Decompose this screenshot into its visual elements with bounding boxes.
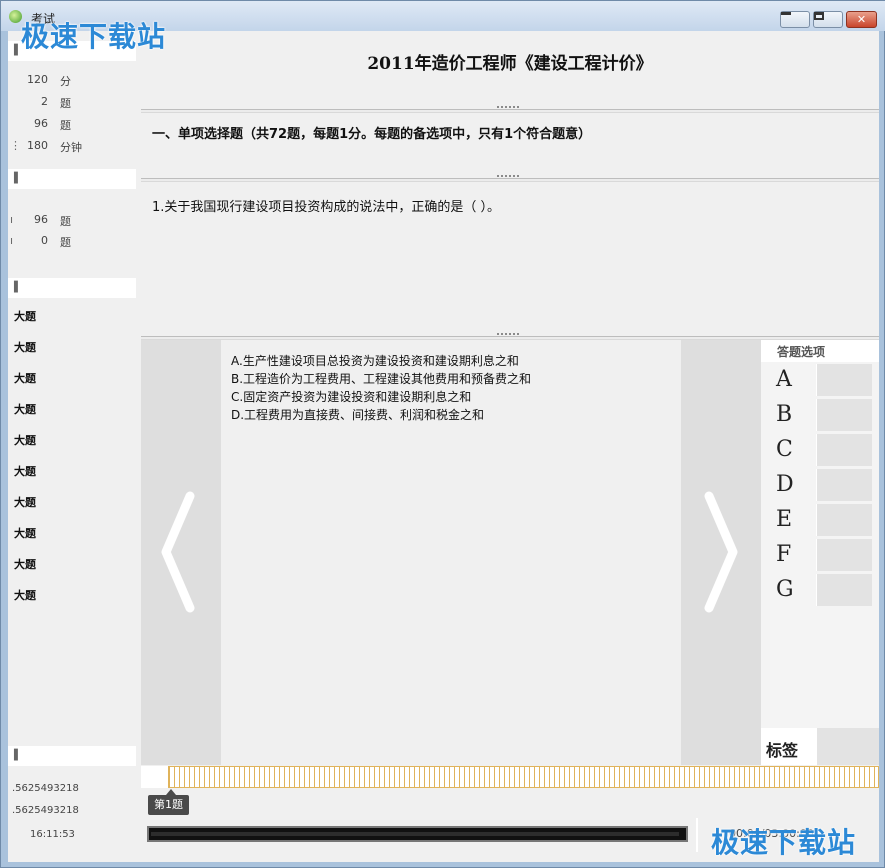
answer-box[interactable]	[816, 399, 872, 431]
candidate-id-repeat: .5625493218	[12, 805, 79, 816]
stat-unit: 题	[60, 119, 71, 132]
section-item[interactable]: 大题	[14, 525, 36, 541]
stat-question-count: 96 题	[8, 115, 136, 133]
answer-panel-header: 答题选项	[761, 340, 879, 362]
stat-unit: 分	[60, 75, 71, 88]
answer-box[interactable]	[816, 504, 872, 536]
grip-icon	[497, 175, 519, 177]
stat-unit: 题	[60, 97, 71, 110]
option-d[interactable]: D.工程费用为直接费、间接费、利润和税金之和	[231, 406, 484, 423]
answer-letter: F	[776, 542, 792, 567]
option-a[interactable]: A.生产性建设项目总投资为建设投资和建设期利息之和	[231, 352, 519, 369]
minimize-button[interactable]	[780, 11, 810, 28]
stat-value: 180	[27, 139, 48, 152]
section-item[interactable]: 大题	[14, 463, 36, 479]
tag-checkbox[interactable]	[817, 728, 879, 765]
answer-option-f[interactable]: F	[761, 538, 879, 572]
minimize-icon	[781, 12, 791, 15]
maximize-button[interactable]	[813, 11, 843, 28]
stat-total-score: 120 分	[8, 71, 136, 89]
stat-value: 2	[41, 95, 48, 108]
answer-option-d[interactable]: D	[761, 468, 879, 502]
answer-option-e[interactable]: E	[761, 503, 879, 537]
client-area: ▐ 120 分 2 题 96 题 ⋮ 180 分钟 ▐ ı 96 题 ı 0 题…	[8, 31, 879, 862]
answer-box[interactable]	[816, 434, 872, 466]
answer-option-c[interactable]: C	[761, 433, 879, 467]
answer-letter: E	[776, 507, 793, 532]
exam-window: 考试 ✕ ▐ 120 分 2 题 96 题 ⋮ 180 分钟 ▐ ı 96 题 …	[0, 0, 885, 868]
watermark-top: 极速下载站	[21, 20, 167, 53]
answer-option-a[interactable]: A	[761, 363, 879, 397]
paper-title: 2011年造价工程师《建设工程计价》	[367, 54, 653, 74]
answer-box[interactable]	[816, 539, 872, 571]
section-item[interactable]: 大题	[14, 308, 36, 324]
stat-unit: 题	[60, 215, 71, 228]
stat-value: 96	[34, 213, 48, 226]
answer-box[interactable]	[816, 574, 872, 606]
answer-letter: D	[776, 472, 794, 497]
stat-answered: ı 0 题	[8, 232, 136, 250]
answer-letter: C	[776, 437, 793, 462]
stat-duration: ⋮ 180 分钟	[8, 137, 136, 155]
stat-edge: ı	[10, 213, 14, 226]
answer-box[interactable]	[816, 469, 872, 501]
sidebar-header-progress: ▐	[8, 169, 136, 189]
stat-value: 120	[27, 73, 48, 86]
section-item[interactable]: 大题	[14, 370, 36, 386]
splitter[interactable]	[141, 106, 879, 113]
chevron-left-icon	[161, 491, 195, 613]
section-title: 一、单项选择题（共72题，每题1分。每题的备选项中，只有1个符合题意）	[152, 127, 592, 142]
close-button[interactable]: ✕	[846, 11, 877, 28]
stat-edge: ⋮	[10, 139, 21, 152]
question-text: 1.关于我国现行建设项目投资构成的说法中，正确的是（ ）。	[152, 200, 501, 215]
exam-main: 2011年造价工程师《建设工程计价》 一、单项选择题（共72题，每题1分。每题的…	[141, 31, 879, 862]
time-progress-bar	[147, 826, 688, 842]
stat-section-count: 2 题	[8, 93, 136, 111]
answer-letter: B	[776, 402, 793, 427]
close-icon: ✕	[856, 13, 867, 26]
sidebar-header-candidate: ▐	[8, 746, 136, 766]
stat-unit: 题	[60, 236, 71, 249]
footer-divider	[696, 818, 698, 852]
option-b[interactable]: B.工程造价为工程费用、工程建设其他费用和预备费之和	[231, 370, 531, 387]
next-question-button[interactable]	[681, 340, 761, 765]
answer-letter: G	[776, 577, 794, 602]
previous-question-button[interactable]	[141, 340, 221, 765]
answer-option-b[interactable]: B	[761, 398, 879, 432]
section-item[interactable]: 大题	[14, 556, 36, 572]
option-c[interactable]: C.固定资产投资为建设投资和建设期利息之和	[231, 388, 471, 405]
time-progress-fill	[151, 832, 679, 836]
start-time: 16:11:53	[30, 829, 75, 840]
current-question-marker[interactable]: 第1题	[148, 789, 189, 815]
stat-value: 0	[41, 234, 48, 247]
answer-letter: A	[776, 367, 792, 392]
stat-edge: ı	[10, 234, 14, 247]
grip-icon	[497, 106, 519, 108]
section-item[interactable]: 大题	[14, 587, 36, 603]
section-item[interactable]: 大题	[14, 432, 36, 448]
section-item[interactable]: 大题	[14, 494, 36, 510]
tag-label: 标签	[766, 741, 799, 760]
question-ruler-start	[141, 766, 168, 788]
sidebar-header-sections: ▐	[8, 278, 136, 298]
stat-value: 96	[34, 117, 48, 130]
answer-option-g[interactable]: G	[761, 573, 879, 607]
answer-panel: 答题选项 A B C D E F G	[761, 340, 879, 765]
stat-unit: 分钟	[60, 141, 82, 154]
maximize-icon	[814, 12, 824, 20]
stat-unanswered: ı 96 题	[8, 211, 136, 229]
tag-row[interactable]: 标签	[761, 728, 879, 765]
sidebar: ▐ 120 分 2 题 96 题 ⋮ 180 分钟 ▐ ı 96 题 ı 0 题…	[8, 31, 136, 862]
answer-box[interactable]	[816, 364, 872, 396]
splitter[interactable]	[141, 175, 879, 182]
question-ruler[interactable]	[168, 766, 879, 788]
candidate-id: .5625493218	[12, 783, 79, 794]
section-item[interactable]: 大题	[14, 401, 36, 417]
watermark-bottom: 极速下载站	[711, 826, 857, 859]
options-area: A.生产性建设项目总投资为建设投资和建设期利息之和 B.工程造价为工程费用、工程…	[221, 340, 681, 765]
section-item[interactable]: 大题	[14, 339, 36, 355]
grip-icon	[497, 333, 519, 335]
chevron-right-icon	[704, 491, 738, 613]
